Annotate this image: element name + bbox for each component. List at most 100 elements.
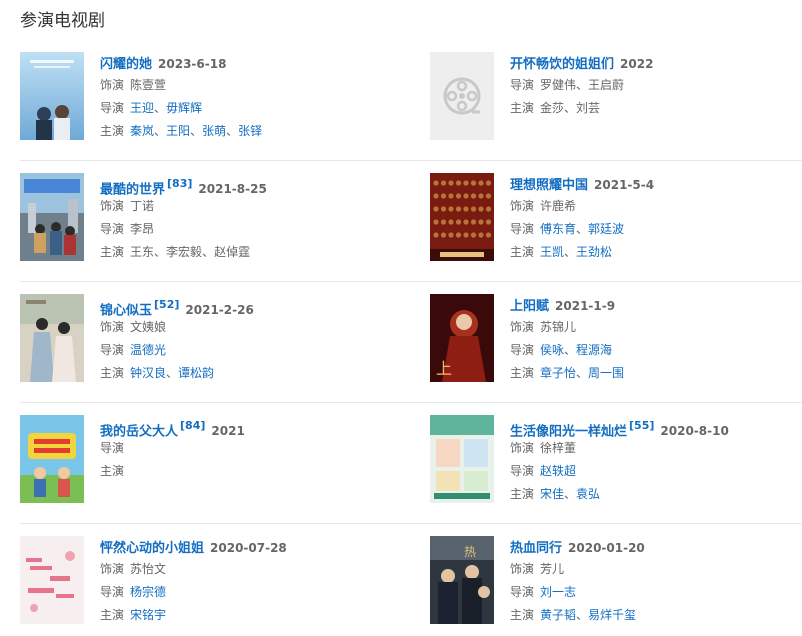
- star-row: 主演 宋佳、袁弘: [510, 483, 802, 506]
- drama-info: 开怀畅饮的姐姐们 2022 导演 罗健伟、王启蔚 主演 金莎、刘芸: [510, 52, 802, 120]
- star-row: 主演 王东、李宏毅、赵倬霆: [100, 241, 400, 264]
- poster-image[interactable]: [430, 173, 494, 261]
- drama-info: 闪耀的她 2023-6-18 饰演 陈壹萱 导演 王迎、毋辉辉 主演 秦岚、王阳、张萌、张铎: [100, 52, 400, 143]
- role-row: 饰演 徐梓董: [510, 437, 802, 460]
- poster-image[interactable]: 热: [430, 536, 494, 624]
- director-name[interactable]: 毋辉辉: [166, 101, 202, 115]
- reference-link[interactable]: [83]: [167, 177, 192, 190]
- director-name[interactable]: 郭廷波: [588, 222, 624, 236]
- director-name[interactable]: 杨宗德: [130, 585, 166, 599]
- drama-title-link[interactable]: 上阳赋: [510, 299, 549, 314]
- name-separator: 、: [564, 245, 577, 259]
- drama-title-link[interactable]: 怦然心动的小姐姐: [100, 541, 204, 556]
- director-name[interactable]: 温德光: [130, 343, 166, 357]
- director-name[interactable]: 赵轶超: [540, 464, 576, 478]
- drama-item: 锦心似玉 [52] 2021-2-26 饰演 文姨娘 导演 温德光 主演 钟汉良、谭松韵: [20, 294, 400, 394]
- poster-image[interactable]: [20, 173, 84, 261]
- row-divider: [20, 160, 802, 161]
- reference-link[interactable]: [84]: [180, 419, 205, 432]
- star-name[interactable]: 王凯: [540, 245, 564, 259]
- director-label: 导演: [510, 222, 535, 236]
- drama-title-link[interactable]: 热血同行: [510, 541, 562, 556]
- star-row: 主演 金莎、刘芸: [510, 97, 802, 120]
- drama-title-link[interactable]: 开怀畅饮的姐姐们: [510, 57, 614, 72]
- name-separator: 、: [154, 124, 167, 138]
- director-name[interactable]: 刘一志: [540, 585, 576, 599]
- star-label: 主演: [100, 464, 125, 478]
- star-name[interactable]: 谭松韵: [178, 366, 214, 380]
- director-row: 导演: [100, 437, 400, 460]
- poster-image[interactable]: [430, 415, 494, 503]
- reference-link[interactable]: [52]: [154, 298, 179, 311]
- star-label: 主演: [100, 124, 125, 138]
- director-name[interactable]: 王迎: [130, 101, 154, 115]
- name-separator: 、: [154, 245, 167, 259]
- poster-image[interactable]: [20, 415, 84, 503]
- star-row: 主演: [100, 460, 400, 483]
- star-name[interactable]: 袁弘: [576, 487, 600, 501]
- poster-image[interactable]: [20, 294, 84, 382]
- director-label: 导演: [100, 585, 125, 599]
- director-name[interactable]: 傅东育: [540, 222, 576, 236]
- star-name[interactable]: 周一围: [588, 366, 624, 380]
- role-value: 苏锦儿: [540, 320, 577, 334]
- role-value: 文姨娘: [130, 320, 167, 334]
- star-name[interactable]: 张铎: [238, 124, 262, 138]
- star-name[interactable]: 易烊千玺: [588, 608, 636, 622]
- star-label: 主演: [510, 245, 535, 259]
- star-row: 主演 章子怡、周一围: [510, 362, 802, 385]
- role-value: 丁诺: [130, 199, 155, 213]
- star-name[interactable]: 王阳: [166, 124, 190, 138]
- role-value: 苏怡文: [130, 562, 167, 576]
- star-row: 主演 秦岚、王阳、张萌、张铎: [100, 120, 400, 143]
- role-value: 徐梓董: [540, 441, 577, 455]
- role-value: 芳儿: [540, 562, 565, 576]
- star-label: 主演: [100, 608, 125, 622]
- name-separator: 、: [202, 245, 215, 259]
- drama-info: 锦心似玉 [52] 2021-2-26 饰演 文姨娘 导演 温德光 主演 钟汉良、谭松韵: [100, 294, 400, 385]
- director-row: 导演 温德光: [100, 339, 400, 362]
- release-date: 2021: [211, 424, 245, 439]
- star-name[interactable]: 王劲松: [576, 245, 612, 259]
- role-label: 饰演: [510, 199, 535, 213]
- star-name: 赵倬霆: [214, 245, 251, 259]
- director-name[interactable]: 侯咏: [540, 343, 564, 357]
- drama-item: 生活像阳光一样灿烂 [55] 2020-8-10 饰演 徐梓董 导演 赵轶超 主演 宋佳、袁弘: [430, 415, 802, 515]
- star-name[interactable]: 钟汉良: [130, 366, 166, 380]
- director-label: 导演: [510, 343, 535, 357]
- star-name[interactable]: 黄子韬: [540, 608, 576, 622]
- star-name: 王东: [130, 245, 155, 259]
- star-name[interactable]: 章子怡: [540, 366, 576, 380]
- role-label: 饰演: [100, 78, 125, 92]
- director-label: 导演: [510, 78, 535, 92]
- director-row: 导演 赵轶超: [510, 460, 802, 483]
- film-reel-icon[interactable]: [430, 52, 494, 140]
- drama-item: 怦然心动的小姐姐 2020-07-28 饰演 苏怡文 导演 杨宗德 主演 宋铭宇: [20, 536, 400, 636]
- role-row: 饰演 许鹿希: [510, 195, 802, 218]
- star-row: 主演 宋铭宇: [100, 604, 400, 627]
- reference-link[interactable]: [55]: [629, 419, 654, 432]
- star-name[interactable]: 宋佳: [540, 487, 564, 501]
- director-row: 导演 杨宗德: [100, 581, 400, 604]
- poster-image[interactable]: [20, 536, 84, 624]
- poster-image[interactable]: [20, 52, 84, 140]
- star-row: 主演 钟汉良、谭松韵: [100, 362, 400, 385]
- director-name: 罗健伟: [540, 78, 577, 92]
- role-label: 饰演: [100, 199, 125, 213]
- section-title: 参演电视剧: [20, 11, 105, 31]
- role-row: 饰演 苏怡文: [100, 558, 400, 581]
- drama-info: 上阳赋 2021-1-9 饰演 苏锦儿 导演 侯咏、程源海 主演 章子怡、周一围: [510, 294, 802, 385]
- release-date: 2020-8-10: [660, 424, 729, 439]
- star-name[interactable]: 秦岚: [130, 124, 154, 138]
- release-date: 2021-5-4: [594, 178, 655, 192]
- name-separator: 、: [190, 124, 203, 138]
- drama-title-link[interactable]: 闪耀的她: [100, 57, 152, 72]
- star-name[interactable]: 张萌: [202, 124, 226, 138]
- star-name[interactable]: 宋铭宇: [130, 608, 166, 622]
- poster-image[interactable]: 上: [430, 294, 494, 382]
- director-name[interactable]: 程源海: [576, 343, 612, 357]
- row-divider: [20, 523, 802, 524]
- drama-title-link[interactable]: 理想照耀中国: [510, 178, 588, 193]
- director-row: 导演 傅东育、郭廷波: [510, 218, 802, 241]
- star-label: 主演: [510, 366, 535, 380]
